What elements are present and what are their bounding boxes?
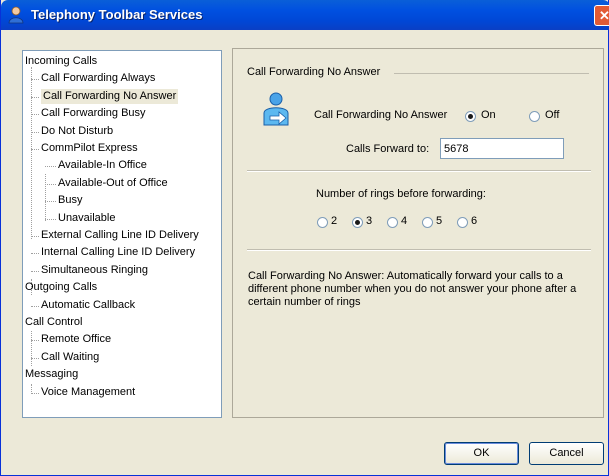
tree-item[interactable]: Available-Out of Office: [58, 176, 168, 191]
tree-item[interactable]: Available-In Office: [58, 158, 147, 173]
tree-item[interactable]: Unavailable: [58, 211, 115, 226]
close-icon: ✕: [599, 8, 609, 23]
tree-guide: [45, 201, 56, 203]
tree-guide: [31, 96, 39, 98]
tree-item[interactable]: Call Forwarding Always: [41, 71, 155, 86]
tree-guide: [45, 183, 56, 185]
tree-guide: [31, 270, 39, 272]
tree-item[interactable]: Remote Office: [41, 332, 111, 347]
rings-option-label[interactable]: 4: [401, 215, 407, 227]
tree-item[interactable]: Voice Management: [41, 385, 135, 400]
tree-item[interactable]: Incoming Calls: [25, 54, 97, 69]
tree-item[interactable]: Busy: [58, 193, 82, 208]
tree-guide: [31, 149, 39, 150]
tree-guide: [31, 253, 39, 255]
tree-guide: [45, 166, 56, 168]
tree-guide: [31, 79, 39, 81]
off-radio[interactable]: [529, 111, 540, 122]
tree-guide: [31, 357, 39, 359]
rings-radio-6[interactable]: [457, 217, 468, 228]
tree-guide: [45, 174, 46, 221]
rings-label: Number of rings before forwarding:: [316, 188, 486, 200]
close-button[interactable]: ✕: [594, 5, 609, 26]
rings-radio-3[interactable]: [352, 217, 363, 228]
tree-guide: [31, 114, 39, 116]
off-label[interactable]: Off: [545, 109, 559, 121]
rings-option-label[interactable]: 2: [331, 215, 337, 227]
rings-radio-2[interactable]: [317, 217, 328, 228]
user-icon: [8, 6, 24, 24]
description-text: Call Forwarding No Answer: Automatically…: [248, 270, 577, 308]
on-radio[interactable]: [465, 111, 476, 122]
tree-guide: [31, 340, 39, 342]
settings-tree[interactable]: Incoming Calls Call Forwarding Always Call…: [22, 50, 222, 418]
rings-option-label[interactable]: 5: [436, 215, 442, 227]
tree-item[interactable]: Internal Calling Line ID Delivery: [41, 245, 195, 260]
tree-guide: [31, 67, 32, 239]
rings-radio-5[interactable]: [422, 217, 433, 228]
group-title: Call Forwarding No Answer: [247, 66, 381, 78]
tree-item[interactable]: Call Waiting: [41, 350, 99, 365]
tree-item[interactable]: Messaging: [25, 367, 78, 382]
separator: [247, 249, 591, 251]
tree-item[interactable]: Outgoing Calls: [25, 280, 97, 295]
on-label[interactable]: On: [481, 109, 496, 121]
tree-item[interactable]: Call Forwarding No Answer: [41, 88, 179, 104]
group-divider: [394, 73, 589, 74]
cancel-button[interactable]: Cancel: [529, 442, 604, 465]
tree-guide: [31, 305, 39, 307]
tree-item[interactable]: Call Forwarding Busy: [41, 106, 146, 121]
tree-item[interactable]: CommPilot Express: [41, 141, 138, 156]
forward-number-input[interactable]: [440, 138, 564, 159]
ok-button[interactable]: OK: [444, 442, 519, 465]
tree-item[interactable]: Do Not Disturb: [41, 124, 113, 139]
tree-guide: [31, 331, 32, 366]
rings-radio-4[interactable]: [387, 217, 398, 228]
tree-guide: [31, 236, 39, 237]
rings-option-label[interactable]: 3: [366, 215, 372, 227]
tree-guide: [31, 131, 39, 133]
tree-item[interactable]: Call Control: [25, 315, 82, 330]
rings-option-label[interactable]: 6: [471, 215, 477, 227]
cfna-label: Call Forwarding No Answer: [314, 109, 448, 121]
window-title: Telephony Toolbar Services: [31, 7, 203, 22]
separator: [247, 170, 591, 172]
tree-item[interactable]: External Calling Line ID Delivery: [41, 228, 199, 243]
title-bar[interactable]: Telephony Toolbar Services ✕: [1, 0, 609, 30]
tree-item[interactable]: Automatic Callback: [41, 298, 135, 313]
tree-item[interactable]: Simultaneous Ringing: [41, 263, 148, 278]
forward-user-icon: [263, 92, 289, 126]
dialog-window: Telephony Toolbar Services ✕ Incoming Ca…: [0, 0, 609, 476]
tree-guide: [45, 218, 56, 220]
forward-label: Calls Forward to:: [346, 143, 430, 155]
tree-guide: [31, 392, 39, 394]
